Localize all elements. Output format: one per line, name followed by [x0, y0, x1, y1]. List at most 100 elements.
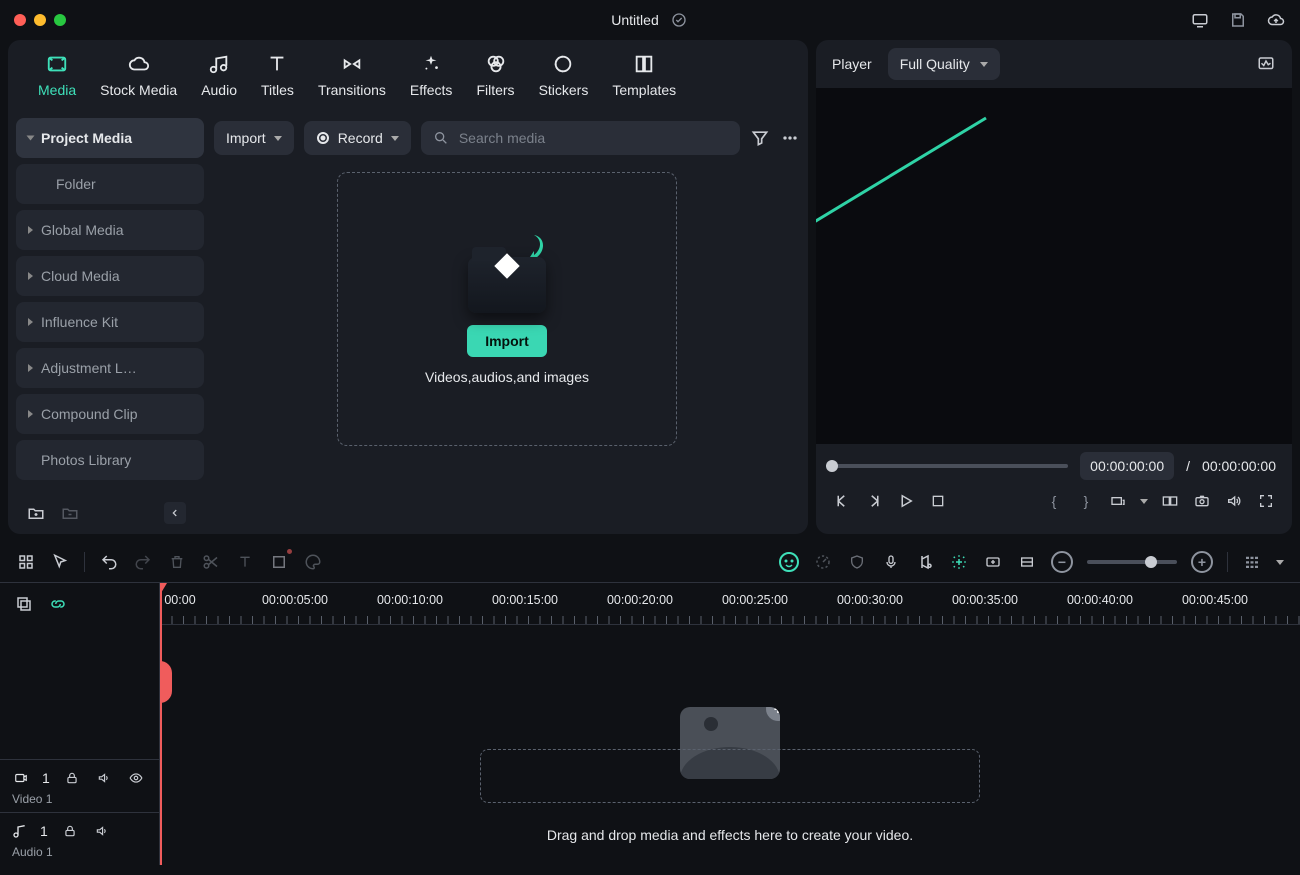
chevron-down-icon — [980, 62, 988, 67]
tab-effects[interactable]: Effects — [402, 50, 461, 104]
scrubber-thumb[interactable] — [826, 460, 838, 472]
player-scrubber[interactable] — [832, 464, 1068, 468]
aspect-icon[interactable] — [1108, 491, 1128, 511]
link-tracks-icon[interactable] — [48, 594, 68, 614]
collapse-sidebar-button[interactable] — [164, 502, 186, 524]
split-icon[interactable] — [201, 552, 221, 572]
lock-icon[interactable] — [62, 768, 82, 788]
speed-icon[interactable] — [813, 552, 833, 572]
render-icon[interactable] — [983, 552, 1003, 572]
mic-icon[interactable] — [881, 552, 901, 572]
sidebar-item-influence-kit[interactable]: Influence Kit — [16, 302, 204, 342]
cloud-upload-icon[interactable] — [1266, 10, 1286, 30]
sidebar-item-adjustment-layer[interactable]: Adjustment L… — [16, 348, 204, 388]
new-folder-icon[interactable] — [26, 503, 46, 523]
prev-frame-button[interactable] — [832, 491, 852, 511]
fullscreen-icon[interactable] — [1256, 491, 1276, 511]
player-quality-dropdown[interactable]: Full Quality — [888, 48, 1000, 80]
text-tool-icon[interactable] — [235, 552, 255, 572]
timeline-body[interactable]: 00:0000:00:05:0000:00:10:0000:00:15:0000… — [160, 583, 1300, 865]
tab-audio[interactable]: Audio — [193, 50, 245, 104]
add-media-button[interactable]: + — [766, 707, 780, 721]
undo-icon[interactable] — [99, 552, 119, 572]
view-mode-icon[interactable] — [1242, 552, 1262, 572]
grid-tool-icon[interactable] — [16, 552, 36, 572]
play-button[interactable] — [896, 491, 916, 511]
delete-folder-icon[interactable] — [60, 503, 80, 523]
sidebar-item-label: Cloud Media — [41, 268, 120, 284]
timeline-dropzone[interactable] — [480, 749, 980, 803]
close-window-button[interactable] — [14, 14, 26, 26]
shield-icon[interactable] — [847, 552, 867, 572]
project-title: Untitled — [611, 12, 658, 28]
chevron-down-icon[interactable] — [1276, 560, 1284, 565]
tab-transitions[interactable]: Transitions — [310, 50, 394, 104]
playhead[interactable] — [160, 583, 162, 865]
tab-media[interactable]: Media — [30, 50, 84, 104]
import-dropdown[interactable]: Import — [214, 121, 294, 155]
visibility-icon[interactable] — [126, 768, 146, 788]
display-icon[interactable] — [1190, 10, 1210, 30]
search-input[interactable] — [457, 129, 728, 147]
video-track-label: Video 1 — [12, 792, 147, 806]
audio-mixer-icon[interactable] — [915, 552, 935, 572]
zoom-out-button[interactable]: − — [1051, 551, 1073, 573]
zoom-in-button[interactable]: + — [1191, 551, 1213, 573]
lock-icon[interactable] — [60, 821, 80, 841]
save-icon[interactable] — [1228, 10, 1248, 30]
sidebar-item-photos-library[interactable]: Photos Library — [16, 440, 204, 480]
crop-icon[interactable] — [269, 552, 289, 572]
marker-icon[interactable] — [949, 552, 969, 572]
redo-icon[interactable] — [133, 552, 153, 572]
delete-icon[interactable] — [167, 552, 187, 572]
add-track-icon[interactable] — [14, 594, 34, 614]
waveform-icon[interactable] — [1256, 54, 1276, 74]
ai-assist-icon[interactable] — [779, 552, 799, 572]
maximize-window-button[interactable] — [54, 14, 66, 26]
sidebar-item-project-media[interactable]: Project Media — [16, 118, 204, 158]
preview-screen[interactable] — [816, 88, 1292, 444]
search-box[interactable] — [421, 121, 740, 155]
tab-stickers[interactable]: Stickers — [531, 50, 597, 104]
next-frame-button[interactable] — [864, 491, 884, 511]
tab-filters[interactable]: Filters — [468, 50, 522, 104]
player-panel: Player Full Quality 00:00:00:00 / — [816, 40, 1292, 534]
mute-icon[interactable] — [92, 821, 112, 841]
tab-titles[interactable]: Titles — [253, 50, 302, 104]
playhead-handle[interactable] — [160, 661, 172, 703]
tab-templates[interactable]: Templates — [604, 50, 684, 104]
volume-icon[interactable] — [1224, 491, 1244, 511]
mark-in-icon[interactable]: { — [1044, 491, 1064, 511]
sidebar-item-cloud-media[interactable]: Cloud Media — [16, 256, 204, 296]
window-controls — [14, 14, 66, 26]
mute-icon[interactable] — [94, 768, 114, 788]
sidebar-item-compound-clip[interactable]: Compound Clip — [16, 394, 204, 434]
chevron-down-icon[interactable] — [1140, 499, 1148, 504]
import-dropzone[interactable]: Import Videos,audios,and images — [337, 172, 677, 446]
ruler-tick: 00:00:45:00 — [1182, 593, 1248, 607]
compare-icon[interactable] — [1160, 491, 1180, 511]
sidebar-item-global-media[interactable]: Global Media — [16, 210, 204, 250]
tab-label: Transitions — [318, 82, 386, 98]
color-icon[interactable] — [303, 552, 323, 572]
stop-button[interactable] — [928, 491, 948, 511]
mark-out-icon[interactable]: } — [1076, 491, 1096, 511]
import-button[interactable]: Import — [467, 325, 547, 357]
zoom-thumb[interactable] — [1145, 556, 1157, 568]
filter-icon[interactable] — [750, 128, 770, 148]
ruler-tick: 00:00:30:00 — [837, 593, 903, 607]
import-illustration — [462, 233, 552, 313]
snapshot-icon[interactable] — [1192, 491, 1212, 511]
select-tool-icon[interactable] — [50, 552, 70, 572]
more-options-icon[interactable] — [780, 128, 800, 148]
zoom-slider[interactable] — [1087, 560, 1177, 564]
tab-stock-media[interactable]: Stock Media — [92, 50, 185, 104]
fit-icon[interactable] — [1017, 552, 1037, 572]
record-dropdown[interactable]: Record — [304, 121, 411, 155]
timeline-ruler[interactable]: 00:0000:00:05:0000:00:10:0000:00:15:0000… — [160, 583, 1300, 625]
ruler-tick: 00:00:25:00 — [722, 593, 788, 607]
audio-track-header: 1 Audio 1 — [0, 812, 159, 865]
sidebar-item-folder[interactable]: Folder — [16, 164, 204, 204]
templates-icon — [632, 52, 656, 76]
minimize-window-button[interactable] — [34, 14, 46, 26]
